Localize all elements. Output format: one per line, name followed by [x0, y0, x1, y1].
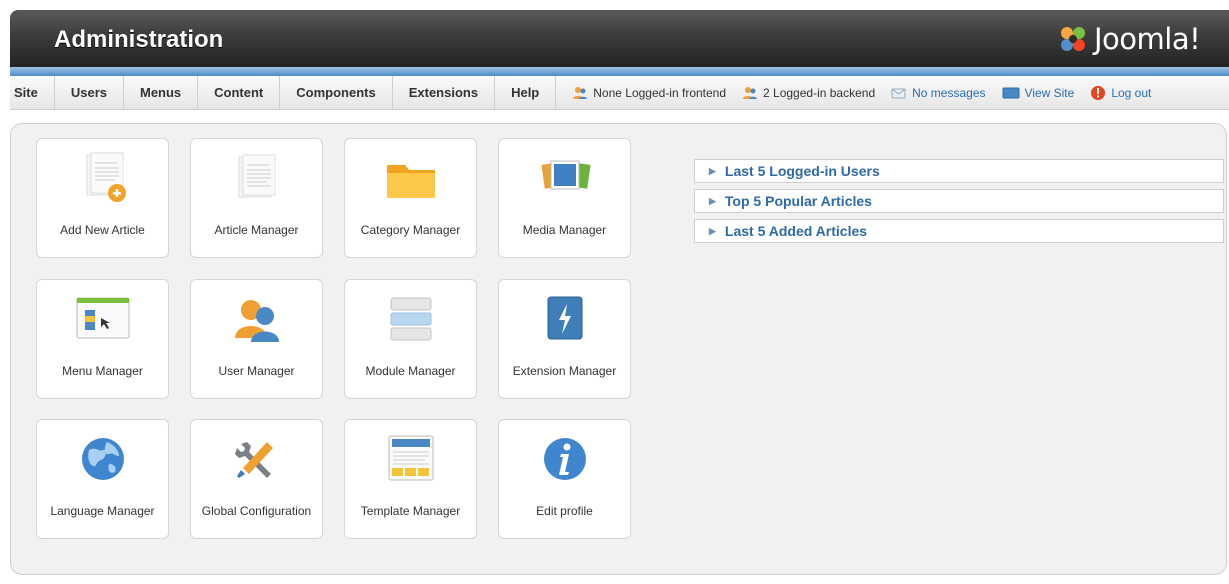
- panel-last-added-articles[interactable]: ▶ Last 5 Added Articles: [694, 219, 1224, 243]
- menu-menus[interactable]: Menus: [124, 76, 199, 109]
- media-icon: [540, 160, 591, 190]
- template-manager-tile[interactable]: Template Manager: [344, 419, 477, 539]
- menu-users[interactable]: Users: [55, 76, 124, 109]
- module-icon: [390, 297, 431, 341]
- tile-label: Menu Manager: [62, 364, 143, 378]
- tile-label: Global Configuration: [201, 504, 312, 518]
- users-icon: [234, 300, 279, 342]
- admin-header: Administration Joomla!: [10, 10, 1229, 67]
- panel-title: Top 5 Popular Articles: [724, 193, 872, 209]
- tile-label: Media Manager: [522, 223, 607, 237]
- edit-profile-tile[interactable]: Edit profile: [498, 419, 631, 539]
- media-manager-tile[interactable]: Media Manager: [498, 138, 631, 258]
- control-panel: Add New Article Article Manager Category…: [10, 123, 1227, 575]
- header-accent-bar: [10, 67, 1229, 76]
- logout-link[interactable]: Log out: [1090, 85, 1151, 101]
- tile-label: User Manager: [218, 364, 295, 378]
- backend-status-label: 2 Logged-in backend: [763, 85, 876, 100]
- message-icon: [891, 88, 906, 98]
- tile-label: Edit profile: [536, 504, 593, 518]
- menu-help[interactable]: Help: [495, 76, 557, 109]
- logout-icon: [1091, 85, 1106, 100]
- folder-icon: [386, 165, 435, 198]
- monitor-icon: [1002, 87, 1019, 98]
- panel-top-popular-articles[interactable]: ▶ Top 5 Popular Articles: [694, 189, 1224, 213]
- globe-icon: [81, 438, 124, 480]
- view-site-label: View Site: [1024, 85, 1075, 100]
- global-configuration-tile[interactable]: Global Configuration: [190, 419, 323, 539]
- tools-icon: [234, 442, 273, 478]
- logo-text: Joomla!: [1094, 22, 1201, 56]
- joomla-logo-icon: [1061, 27, 1085, 51]
- user-manager-tile[interactable]: User Manager: [190, 279, 323, 399]
- expand-arrow-icon: ▶: [709, 225, 716, 236]
- messages-label: No messages: [912, 85, 986, 100]
- extension-manager-tile[interactable]: Extension Manager: [498, 279, 631, 399]
- joomla-logo[interactable]: Joomla!: [1058, 22, 1201, 56]
- tile-label: Add New Article: [60, 223, 145, 237]
- user-frontend-icon: [573, 86, 588, 99]
- add-new-article-tile[interactable]: Add New Article: [36, 138, 169, 258]
- add-article-icon: [86, 152, 126, 202]
- category-manager-tile[interactable]: Category Manager: [344, 138, 477, 258]
- tile-label: Article Manager: [214, 223, 299, 237]
- article-manager-tile[interactable]: Article Manager: [190, 138, 323, 258]
- menu-icon: [76, 297, 129, 339]
- menu-site[interactable]: Site: [10, 76, 55, 109]
- extension-icon: [547, 296, 582, 340]
- tile-label: Category Manager: [360, 223, 461, 237]
- messages-link[interactable]: No messages: [891, 85, 986, 100]
- page-title: Administration: [54, 26, 224, 53]
- tile-label: Template Manager: [360, 504, 461, 518]
- panel-title: Last 5 Logged-in Users: [724, 163, 880, 179]
- module-manager-tile[interactable]: Module Manager: [344, 279, 477, 399]
- expand-arrow-icon: ▶: [709, 195, 716, 206]
- menu-components[interactable]: Components: [280, 76, 393, 109]
- article-icon: [238, 154, 275, 198]
- tile-label: Extension Manager: [512, 364, 617, 378]
- language-manager-tile[interactable]: Language Manager: [36, 419, 169, 539]
- frontend-status-label: None Logged-in frontend: [593, 85, 727, 100]
- tile-label: Module Manager: [365, 364, 456, 378]
- frontend-status: None Logged-in frontend: [572, 86, 726, 100]
- user-backend-icon: [743, 86, 758, 99]
- menu-extensions[interactable]: Extensions: [393, 76, 496, 109]
- template-icon: [388, 435, 433, 481]
- menu-manager-tile[interactable]: Menu Manager: [36, 279, 169, 399]
- view-site-link[interactable]: View Site: [1002, 85, 1075, 100]
- logout-label: Log out: [1111, 85, 1152, 100]
- menu-content[interactable]: Content: [198, 76, 281, 109]
- backend-status: 2 Logged-in backend: [742, 86, 875, 100]
- tile-label: Language Manager: [50, 504, 155, 518]
- panel-last-logged-in-users[interactable]: ▶ Last 5 Logged-in Users: [694, 159, 1224, 183]
- expand-arrow-icon: ▶: [709, 165, 716, 176]
- main-menu-bar: Site Users Menus Content Components Exte…: [10, 76, 1229, 110]
- info-icon: [543, 438, 586, 480]
- panel-title: Last 5 Added Articles: [724, 223, 868, 239]
